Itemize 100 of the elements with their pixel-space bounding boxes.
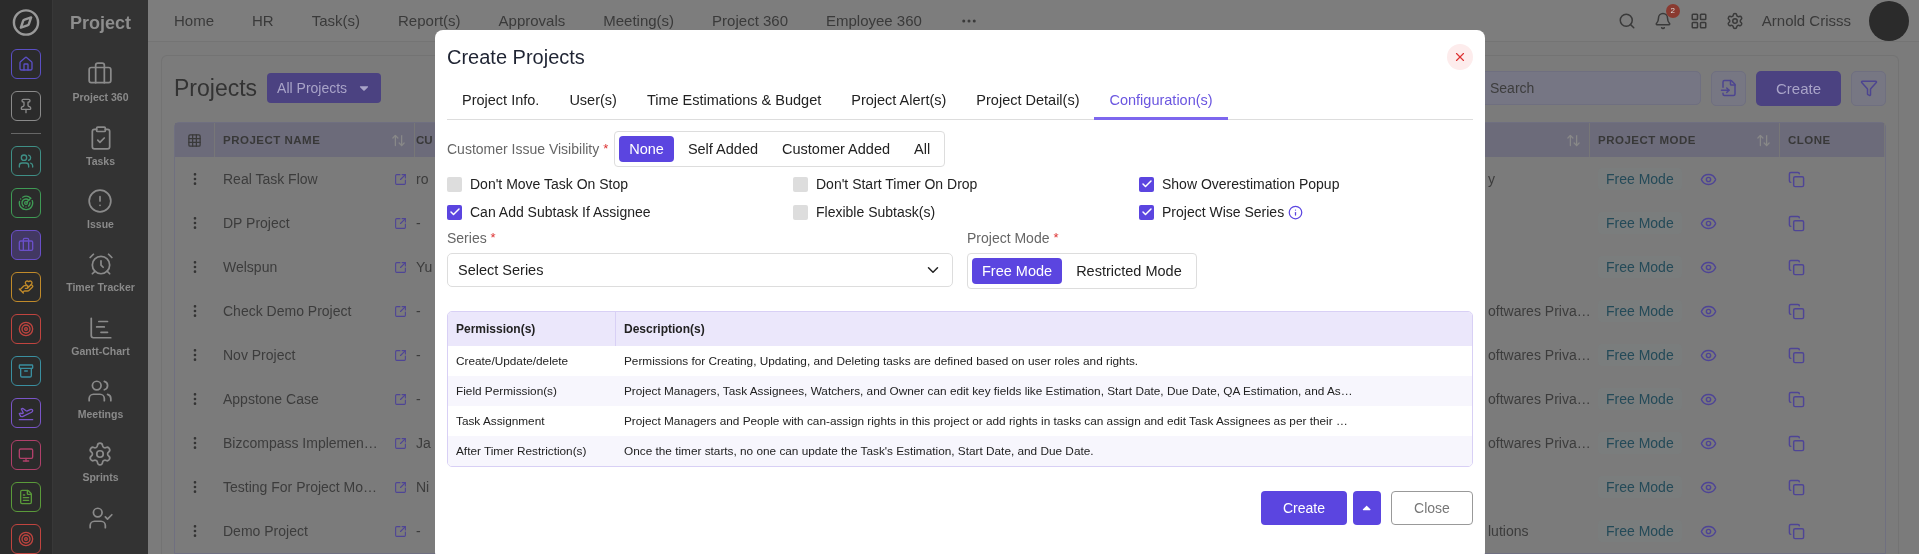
rail-button[interactable] (11, 188, 41, 218)
table-cell: Demo Project (223, 523, 308, 539)
close-button[interactable] (1447, 44, 1473, 70)
copy-icon[interactable] (1788, 434, 1805, 452)
tab[interactable]: Time Estimations & Budget (631, 82, 837, 120)
copy-icon[interactable] (1788, 346, 1805, 364)
rail-button[interactable] (11, 356, 41, 386)
tab[interactable]: Project Detail(s) (961, 82, 1095, 120)
copy-icon[interactable] (1788, 390, 1805, 408)
tab[interactable]: Project Info. (447, 82, 555, 120)
open-link-icon[interactable] (394, 480, 407, 494)
create-button[interactable]: Create (1261, 491, 1347, 525)
file-import-icon (1719, 79, 1738, 97)
settings-icon[interactable] (1725, 11, 1744, 30)
notification-badge: 2 (1665, 3, 1680, 18)
user-check-icon[interactable] (87, 504, 114, 531)
rail-button[interactable] (11, 314, 41, 344)
copy-icon[interactable] (1788, 478, 1805, 496)
rail-button[interactable] (11, 230, 41, 260)
open-link-icon[interactable] (394, 392, 407, 406)
tab[interactable]: User(s) (554, 82, 632, 120)
sidebar-item[interactable]: Meetings (77, 408, 124, 421)
segment-option[interactable]: All (904, 136, 941, 162)
rail-button[interactable] (11, 482, 41, 512)
segment-option[interactable]: Restricted Mode (1066, 258, 1192, 284)
checkbox[interactable] (793, 204, 808, 220)
open-link-icon[interactable] (394, 304, 407, 318)
copy-icon[interactable] (1788, 170, 1805, 188)
rail-button[interactable] (11, 398, 41, 428)
tab[interactable]: Configuration(s) (1094, 82, 1228, 120)
nav-link[interactable]: Project 360 (712, 12, 788, 29)
open-link-icon[interactable] (394, 172, 407, 186)
copy-icon[interactable] (1788, 302, 1805, 320)
sidebar-item[interactable]: Timer Tracker (66, 281, 135, 294)
copy-icon[interactable] (1788, 258, 1805, 276)
sort-icon[interactable] (1756, 132, 1771, 148)
copy-icon[interactable] (1788, 214, 1805, 232)
import-button[interactable] (1711, 70, 1746, 106)
nav-link[interactable]: Approvals (498, 12, 566, 29)
table-cell: Project Managers, Task Assignees, Watchers, and Owner can edit key fields like Estimation, Start Date, Due Date, QA Estimation, and As… (616, 376, 1472, 406)
nav-link[interactable]: HR (252, 12, 274, 29)
sidebar-item[interactable]: Project 360 (72, 91, 129, 104)
rail-button[interactable] (11, 91, 41, 121)
rail-button[interactable] (11, 440, 41, 470)
projects-dropdown[interactable]: All Projects (267, 73, 382, 103)
columns-icon[interactable] (187, 132, 202, 148)
open-link-icon[interactable] (394, 260, 407, 274)
plane-icon (18, 405, 34, 421)
nav-link[interactable]: Task(s) (311, 12, 361, 29)
sidebar-item[interactable]: Tasks (86, 154, 115, 167)
nav-link[interactable]: Home (174, 12, 214, 29)
tab[interactable]: Project Alert(s) (836, 82, 962, 120)
table-cell: After Timer Restriction(s) (448, 436, 616, 466)
open-link-icon[interactable] (394, 436, 407, 450)
alarm-clock-icon[interactable] (87, 251, 114, 278)
filter-button[interactable] (1851, 70, 1886, 106)
checkbox[interactable] (447, 176, 462, 192)
nav-link[interactable]: Report(s) (398, 12, 461, 29)
segment-option[interactable]: None (619, 136, 674, 162)
sort-icon[interactable] (1566, 132, 1581, 148)
sidebar-item[interactable]: Issue (87, 218, 114, 231)
close-button[interactable]: Close (1391, 491, 1473, 525)
checkbox[interactable] (1139, 176, 1154, 192)
nav-link[interactable]: Meeting(s) (603, 12, 675, 29)
alert-icon[interactable] (87, 188, 114, 215)
field-label: Project Mode * (967, 230, 1060, 246)
create-button[interactable]: Create (1756, 70, 1841, 106)
rail-button[interactable] (11, 524, 41, 554)
bell-icon[interactable] (1653, 11, 1672, 30)
avatar[interactable] (1869, 0, 1909, 41)
search-icon[interactable] (1617, 11, 1636, 30)
checkbox[interactable] (1139, 204, 1154, 220)
info-icon[interactable] (1288, 204, 1304, 220)
sidebar-item[interactable]: Gantt-Chart (71, 344, 130, 357)
rail-button[interactable] (11, 272, 41, 302)
options-button[interactable] (1353, 491, 1381, 525)
target-icon (18, 321, 34, 337)
sort-icon[interactable] (391, 132, 406, 148)
gantt-chart-icon[interactable] (87, 314, 114, 341)
hands-icon (18, 279, 34, 295)
series-select[interactable]: Select Series (447, 253, 953, 287)
table-cell: Check Demo Project (223, 303, 352, 319)
copy-icon[interactable] (1788, 522, 1805, 540)
table-cell: oftwares Priva… (1488, 303, 1590, 319)
segment-option[interactable]: Customer Added (772, 136, 901, 162)
segment-option[interactable]: Free Mode (972, 258, 1063, 284)
rail-button[interactable] (11, 49, 41, 79)
sidebar-item[interactable]: Sprints (82, 471, 119, 484)
nav-link[interactable]: Employee 360 (826, 12, 922, 29)
settings-icon[interactable] (87, 441, 114, 468)
open-link-icon[interactable] (394, 216, 407, 230)
rail-button[interactable] (11, 146, 41, 176)
open-link-icon[interactable] (394, 524, 407, 538)
grid-icon[interactable] (1689, 11, 1708, 30)
checkbox[interactable] (793, 176, 808, 192)
segment-option[interactable]: Self Added (677, 136, 769, 162)
table-cell: Yu (416, 259, 433, 275)
people-icon[interactable] (87, 378, 114, 405)
open-link-icon[interactable] (394, 348, 407, 362)
checkbox[interactable] (447, 204, 462, 220)
